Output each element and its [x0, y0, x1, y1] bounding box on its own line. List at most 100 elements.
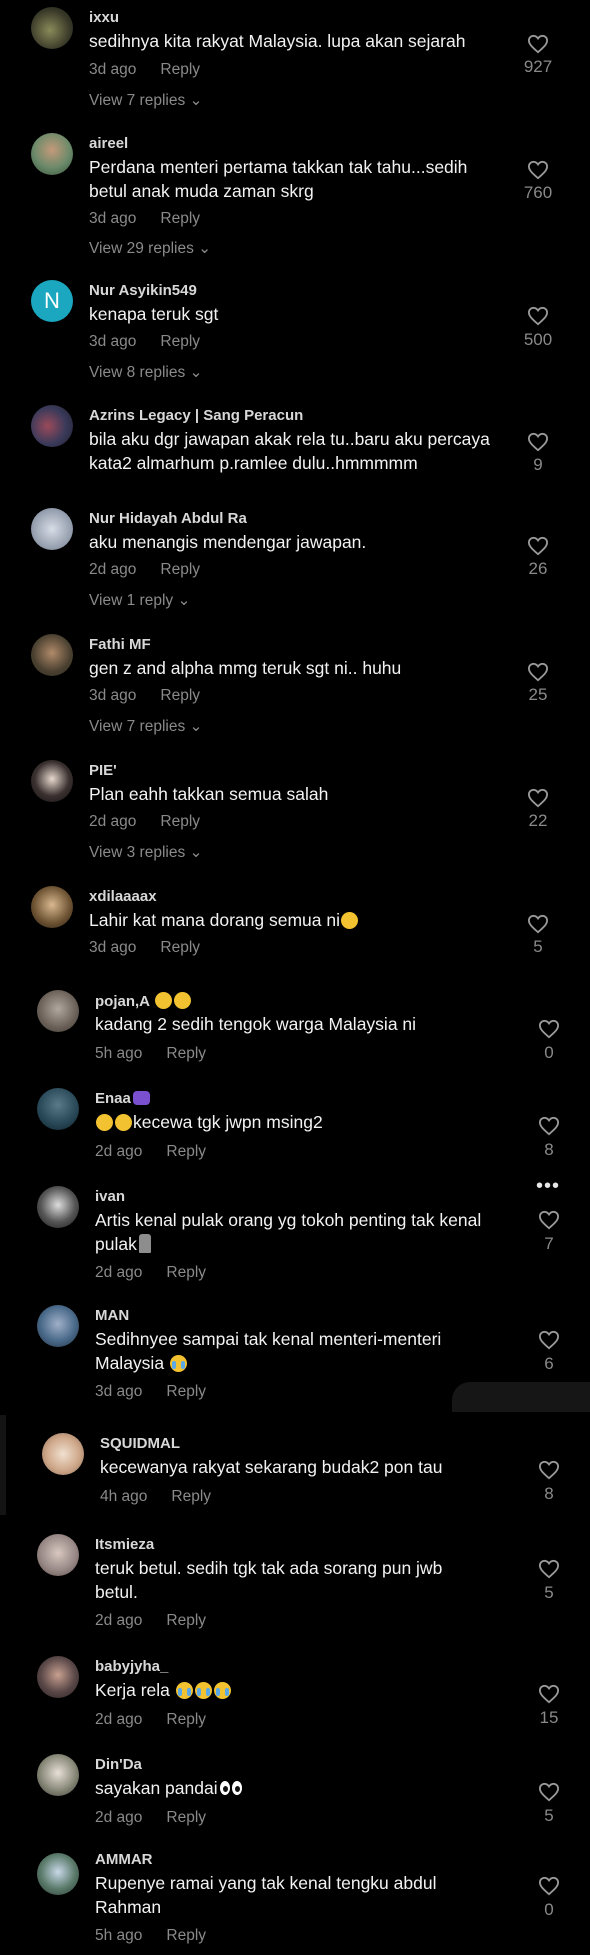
timestamp: 2d ago — [95, 1612, 143, 1629]
comment-text: teruk betul. sedih tgk tak ada sorang pu… — [95, 1558, 443, 1602]
reply-button[interactable]: Reply — [160, 333, 200, 350]
heart-icon[interactable] — [538, 1782, 560, 1802]
avatar[interactable] — [31, 508, 73, 550]
heart-icon[interactable] — [538, 1019, 560, 1039]
avatar[interactable] — [31, 634, 73, 676]
username[interactable]: AMMAR — [95, 1851, 153, 1868]
heart-icon[interactable] — [538, 1330, 560, 1350]
avatar[interactable] — [37, 1186, 79, 1228]
reply-button[interactable]: Reply — [160, 687, 200, 704]
avatar[interactable] — [31, 760, 73, 802]
more-options-icon[interactable]: ••• — [536, 1175, 560, 1198]
avatar[interactable] — [37, 1754, 79, 1796]
comment-item: AMMAR Rupenye ramai yang tak kenal tengk… — [0, 1851, 590, 1955]
heart-icon[interactable] — [538, 1210, 560, 1230]
timestamp: 2d ago — [89, 561, 137, 578]
comment-text: kecewanya rakyat sekarang budak2 pon tau — [100, 1457, 443, 1477]
avatar[interactable] — [42, 1433, 84, 1475]
timestamp: 2d ago — [95, 1809, 143, 1826]
heart-icon[interactable] — [527, 34, 549, 54]
reply-button[interactable]: Reply — [166, 1143, 206, 1160]
chevron-down-icon: ⌄ — [189, 718, 203, 735]
weary-face-emoji — [115, 1114, 132, 1131]
heart-icon[interactable] — [527, 536, 549, 556]
weary-face-emoji — [96, 1114, 113, 1131]
reply-button[interactable]: Reply — [171, 1488, 211, 1505]
reply-button[interactable]: Reply — [166, 1045, 206, 1062]
view-replies-button[interactable]: View 3 replies ⌄ — [89, 843, 203, 862]
avatar[interactable] — [37, 1534, 79, 1576]
username[interactable]: PIE' — [89, 762, 117, 779]
avatar[interactable] — [31, 886, 73, 928]
reply-button[interactable]: Reply — [166, 1383, 206, 1400]
reply-button[interactable]: Reply — [160, 939, 200, 956]
avatar[interactable] — [31, 405, 73, 447]
timestamp: 2d ago — [89, 813, 137, 830]
avatar[interactable] — [37, 1305, 79, 1347]
heart-icon[interactable] — [538, 1559, 560, 1579]
avatar[interactable] — [37, 1656, 79, 1698]
heart-icon[interactable] — [538, 1460, 560, 1480]
username[interactable]: babyjyha_ — [95, 1658, 168, 1675]
heart-icon[interactable] — [527, 914, 549, 934]
username[interactable]: MAN — [95, 1307, 129, 1324]
like-count: 22 — [528, 811, 548, 830]
heart-icon[interactable] — [527, 306, 549, 326]
reply-button[interactable]: Reply — [160, 561, 200, 578]
username[interactable]: Fathi MF — [89, 636, 151, 653]
heart-icon[interactable] — [538, 1684, 560, 1704]
reply-button[interactable]: Reply — [160, 813, 200, 830]
reply-button[interactable]: Reply — [160, 61, 200, 78]
username[interactable]: Nur Hidayah Abdul Ra — [89, 510, 247, 527]
username[interactable]: Itsmieza — [95, 1536, 154, 1553]
avatar[interactable] — [37, 990, 79, 1032]
like-count: 927 — [523, 57, 553, 76]
reply-button[interactable]: Reply — [166, 1264, 206, 1281]
comment-text: Lahir kat mana dorang semua ni — [89, 908, 509, 932]
heart-icon[interactable] — [538, 1116, 560, 1136]
view-replies-button[interactable]: View 29 replies ⌄ — [89, 239, 211, 258]
like-count: 760 — [523, 183, 553, 202]
username[interactable]: Enaa — [95, 1090, 150, 1107]
timestamp: 2d ago — [95, 1143, 143, 1160]
alien-emoji — [132, 1091, 150, 1105]
comment-text: aku menangis mendengar jawapan. — [89, 532, 367, 552]
heart-icon[interactable] — [527, 160, 549, 180]
username[interactable]: aireel — [89, 135, 128, 152]
heart-icon[interactable] — [527, 788, 549, 808]
reply-button[interactable]: Reply — [166, 1927, 206, 1944]
username[interactable]: ivan — [95, 1188, 125, 1205]
heart-icon[interactable] — [538, 1876, 560, 1896]
view-replies-button[interactable]: View 7 replies ⌄ — [89, 91, 203, 110]
reply-button[interactable]: Reply — [166, 1809, 206, 1826]
reply-button[interactable]: Reply — [166, 1711, 206, 1728]
username[interactable]: xdilaaaax — [89, 888, 157, 905]
like-count: 7 — [544, 1234, 554, 1253]
comment-text: Kerja rela — [95, 1678, 515, 1702]
username[interactable]: ixxu — [89, 9, 119, 26]
moai-emoji — [138, 1234, 151, 1253]
comment-meta: 3d ago Reply — [89, 61, 200, 79]
heart-icon[interactable] — [527, 662, 549, 682]
avatar[interactable]: N — [31, 280, 73, 322]
username[interactable]: Azrins Legacy | Sang Peracun — [89, 407, 303, 424]
username[interactable]: Din'Da — [95, 1756, 142, 1773]
reply-button[interactable]: Reply — [166, 1612, 206, 1629]
username[interactable]: pojan,A — [95, 992, 192, 1010]
timestamp: 3d ago — [89, 687, 137, 704]
left-edge-bar — [0, 1415, 6, 1515]
heart-icon[interactable] — [527, 432, 549, 452]
view-replies-button[interactable]: View 8 replies ⌄ — [89, 363, 203, 382]
timestamp: 5h ago — [95, 1045, 143, 1062]
like-count: 9 — [533, 455, 543, 474]
username[interactable]: Nur Asyikin549 — [89, 282, 197, 299]
avatar[interactable] — [31, 7, 73, 49]
view-replies-button[interactable]: View 7 replies ⌄ — [89, 717, 203, 736]
avatar[interactable] — [37, 1088, 79, 1130]
username[interactable]: SQUIDMAL — [100, 1435, 180, 1452]
view-replies-button[interactable]: View 1 reply ⌄ — [89, 591, 190, 610]
comment-text: Perdana menteri pertama takkan tak tahu.… — [89, 157, 468, 201]
avatar[interactable] — [31, 133, 73, 175]
avatar[interactable] — [37, 1853, 79, 1895]
reply-button[interactable]: Reply — [160, 210, 200, 227]
